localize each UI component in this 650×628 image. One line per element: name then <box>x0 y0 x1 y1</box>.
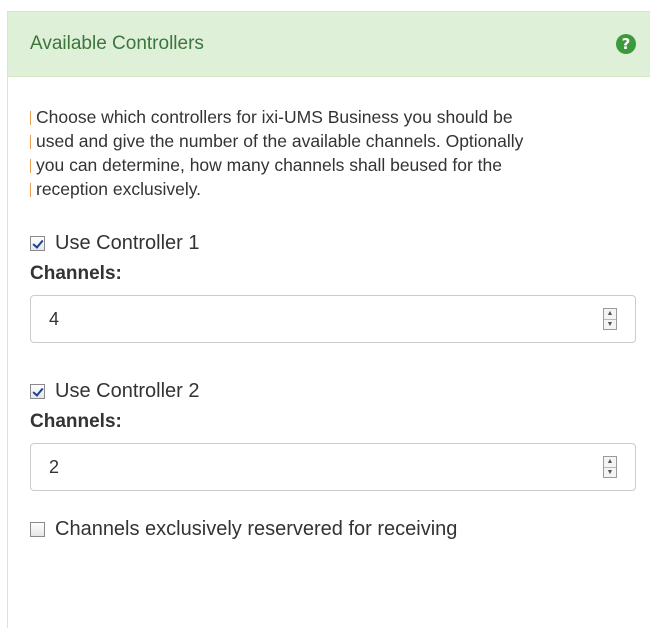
spinner-up-icon[interactable]: ▲ <box>604 309 616 319</box>
spinner-down-icon[interactable]: ▼ <box>604 318 616 330</box>
exclusive-receiving-checkbox-row[interactable]: Channels exclusively reservered for rece… <box>30 515 636 543</box>
exclusive-receiving-checkbox[interactable] <box>30 521 45 537</box>
panel-body: Choose which controllers for ixi-UMS Bus… <box>8 105 650 543</box>
spinner-down-icon[interactable]: ▼ <box>604 466 616 478</box>
question-circle-icon[interactable]: ? <box>616 34 636 54</box>
use-controller-1-checkbox-row[interactable]: Use Controller 1 <box>30 229 636 257</box>
panel-heading: Available Controllers ? <box>8 12 650 77</box>
controller-1-group: Use Controller 1 Channels: 4 ▲ ▼ <box>30 229 636 343</box>
exclusive-receiving-label: Channels exclusively reservered for rece… <box>55 517 458 540</box>
controller-1-channels-spinner[interactable]: ▲ ▼ <box>603 308 617 330</box>
controller-2-channels-spinner[interactable]: ▲ ▼ <box>603 456 617 478</box>
controller-2-channels-label: Channels: <box>30 411 122 432</box>
panel-title: Available Controllers <box>30 33 204 54</box>
controller-2-channels-value[interactable]: 2 <box>49 457 59 478</box>
use-controller-1-checkbox[interactable] <box>30 235 45 251</box>
controller-1-channels-label: Channels: <box>30 263 122 284</box>
exclusive-group: Channels exclusively reservered for rece… <box>30 515 636 543</box>
controller-1-channels-value[interactable]: 4 <box>49 309 59 330</box>
intro-text: Choose which controllers for ixi-UMS Bus… <box>30 105 620 201</box>
available-controllers-panel: Available Controllers ? Choose which con… <box>7 11 650 628</box>
controller-2-group: Use Controller 2 Channels: 2 ▲ ▼ <box>30 377 636 491</box>
spinner-up-icon[interactable]: ▲ <box>604 457 616 467</box>
intro-line: you can determine, how many channels sha… <box>30 153 620 177</box>
use-controller-2-checkbox[interactable] <box>30 383 45 399</box>
controller-1-channels-input[interactable]: 4 ▲ ▼ <box>30 295 636 343</box>
intro-line: Choose which controllers for ixi-UMS Bus… <box>30 105 620 129</box>
use-controller-2-label: Use Controller 2 <box>55 379 200 402</box>
use-controller-1-label: Use Controller 1 <box>55 231 200 254</box>
intro-line: reception exclusively. <box>30 177 620 201</box>
use-controller-2-checkbox-row[interactable]: Use Controller 2 <box>30 377 636 405</box>
controller-2-channels-input[interactable]: 2 ▲ ▼ <box>30 443 636 491</box>
intro-line: used and give the number of the availabl… <box>30 129 620 153</box>
